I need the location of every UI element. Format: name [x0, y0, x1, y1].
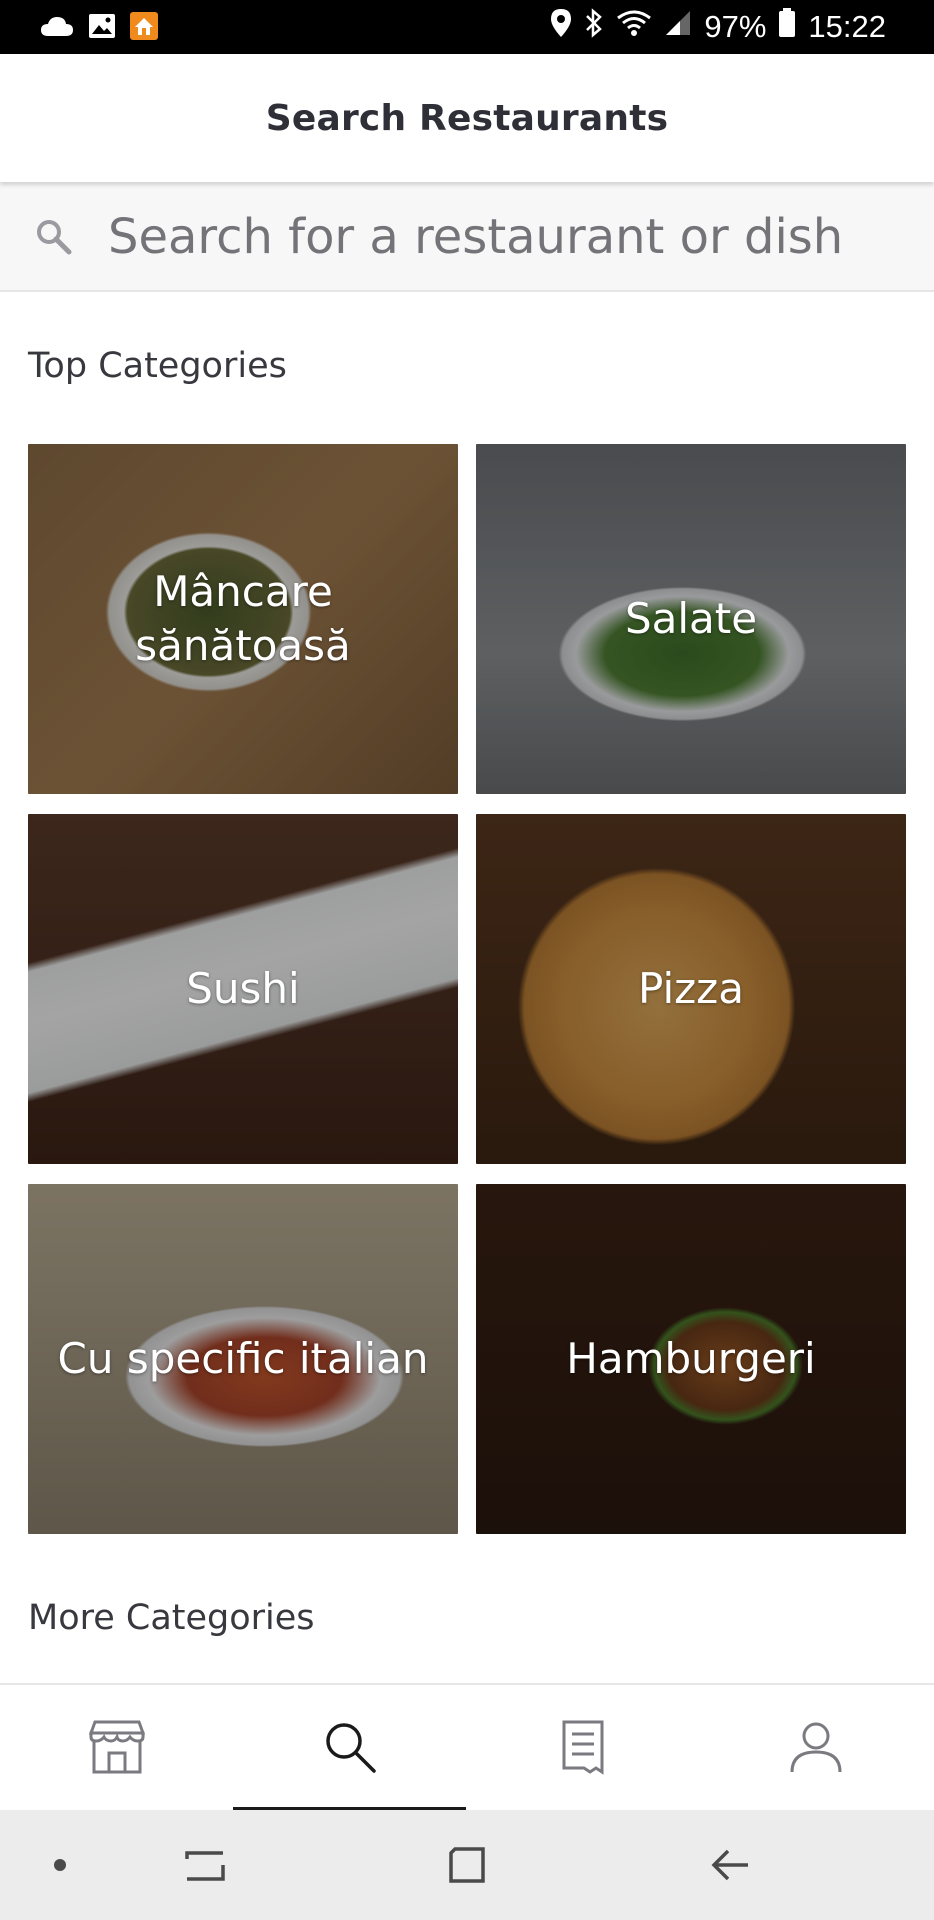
category-label: Sushi — [186, 964, 300, 1014]
nav-tab-search[interactable] — [233, 1685, 466, 1812]
search-bar[interactable] — [0, 182, 934, 292]
search-icon — [323, 1720, 377, 1778]
category-tile-healthy[interactable]: Mâncare sănătoasă — [28, 444, 458, 794]
category-label: Hamburgeri — [566, 1334, 816, 1384]
account-icon — [789, 1720, 843, 1778]
location-icon — [550, 8, 572, 46]
category-tile-salads[interactable]: Salate — [476, 444, 906, 794]
section-title-more-categories: More Categories — [28, 1598, 315, 1638]
receipt-icon — [561, 1719, 605, 1779]
cloud-icon — [40, 14, 74, 42]
signal-icon — [664, 9, 692, 45]
category-label: Mâncare sănătoasă — [135, 567, 351, 670]
search-input[interactable] — [108, 202, 898, 272]
recents-icon[interactable] — [170, 1810, 240, 1920]
system-nav-bar — [0, 1810, 934, 1920]
bluetooth-icon — [584, 8, 604, 46]
nav-tab-restaurants[interactable] — [0, 1685, 233, 1812]
app-header: Search Restaurants — [0, 54, 934, 182]
category-label: Pizza — [638, 964, 744, 1014]
section-title-top-categories: Top Categories — [28, 346, 287, 386]
dot-icon — [40, 1810, 80, 1920]
image-icon — [88, 13, 116, 43]
page-title: Search Restaurants — [265, 97, 669, 139]
wifi-icon — [616, 9, 652, 45]
category-label: Salate — [624, 594, 758, 644]
back-icon[interactable] — [695, 1810, 765, 1920]
status-bar: 97% 15:22 — [0, 0, 934, 54]
category-tile-burgers[interactable]: Hamburgeri — [476, 1184, 906, 1534]
category-tile-italian[interactable]: Cu specific italian — [28, 1184, 458, 1534]
clock: 15:22 — [808, 9, 886, 44]
bottom-nav — [0, 1683, 934, 1812]
nav-tab-account[interactable] — [699, 1685, 932, 1812]
category-tile-sushi[interactable]: Sushi — [28, 814, 458, 1164]
category-tile-pizza[interactable]: Pizza — [476, 814, 906, 1164]
battery-icon — [778, 8, 796, 46]
battery-percent: 97% — [704, 9, 767, 44]
home-icon[interactable] — [432, 1810, 502, 1920]
store-icon — [85, 1719, 149, 1779]
nav-tab-orders[interactable] — [466, 1685, 699, 1812]
home-app-icon — [130, 12, 158, 44]
category-label: Cu specific italian — [57, 1334, 429, 1384]
search-icon — [34, 217, 74, 257]
